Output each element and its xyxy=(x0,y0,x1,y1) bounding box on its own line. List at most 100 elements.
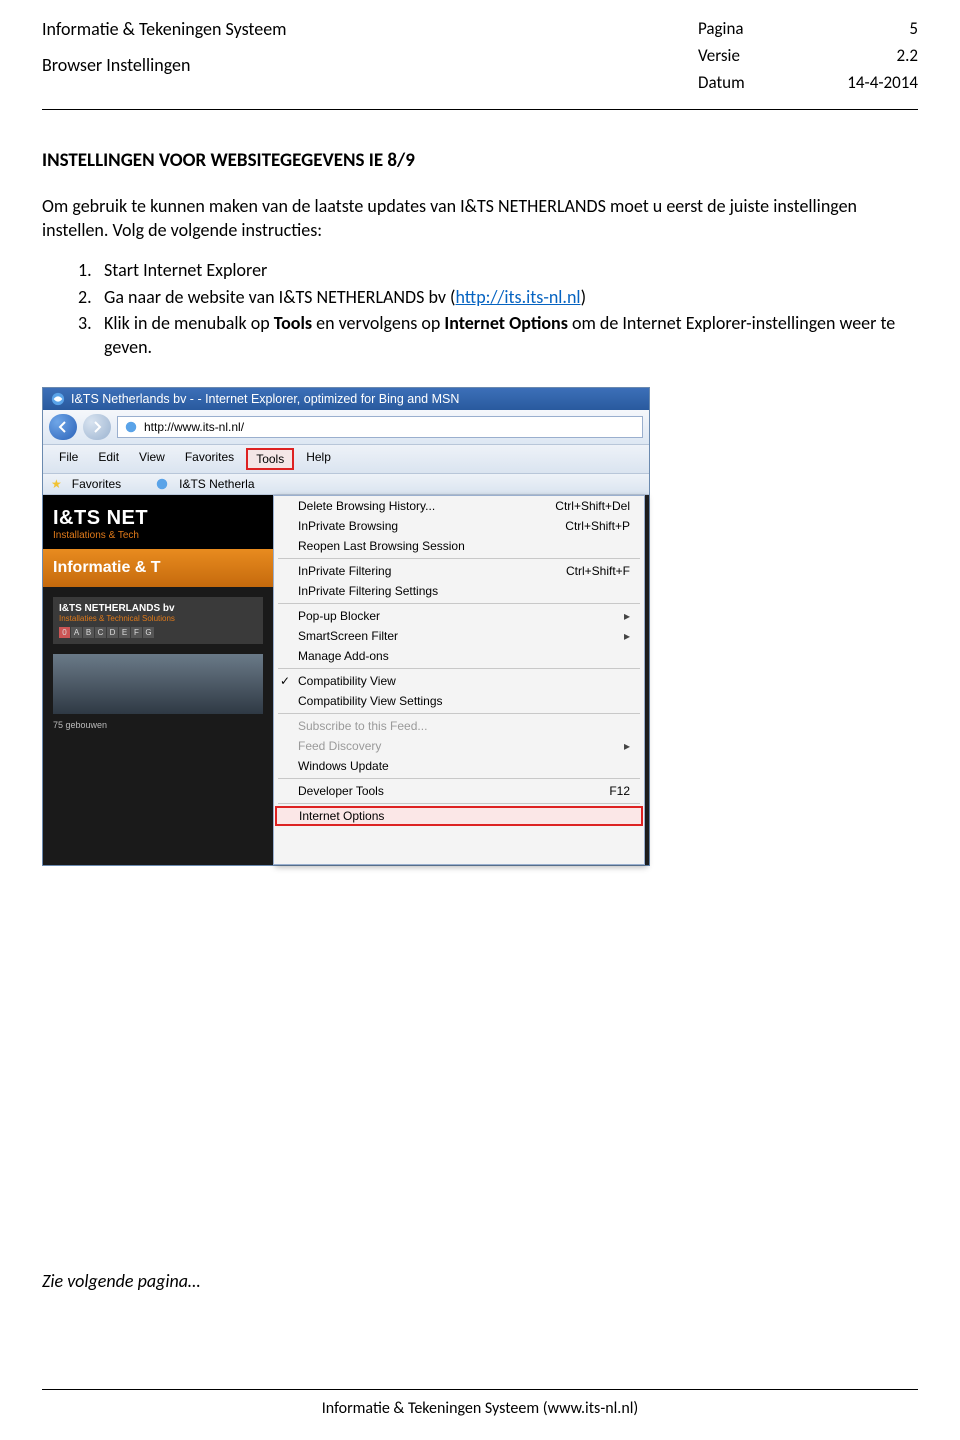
menu-item-shortcut: Ctrl+Shift+P xyxy=(565,519,630,533)
meta-value: 5 xyxy=(818,18,918,39)
menu-file[interactable]: File xyxy=(51,448,86,470)
tools-menu-item[interactable]: Reopen Last Browsing Session xyxy=(274,536,644,556)
thumbnail-caption: 75 gebouwen xyxy=(53,720,263,730)
tools-dropdown: Delete Browsing History... Ctrl+Shift+Del… xyxy=(273,495,645,865)
forward-button[interactable] xyxy=(83,414,111,440)
ie-window-titlebar: I&TS Netherlands bv - - Internet Explore… xyxy=(43,388,649,410)
meta-label: Pagina xyxy=(698,18,758,39)
menu-item-label: InPrivate Browsing xyxy=(298,519,398,533)
tools-menu-item[interactable]: Compatibility View xyxy=(274,671,644,691)
steps-list: 1. Start Internet Explorer 2. Ga naar de… xyxy=(42,258,918,359)
doc-subtitle: Browser Instellingen xyxy=(42,54,287,76)
step-fragment: en vervolgens op xyxy=(312,312,444,334)
step-text: Ga naar de website van I&TS NETHERLANDS … xyxy=(104,285,586,309)
step-fragment: Klik in de menubalk op xyxy=(104,312,274,334)
menu-item-label: Reopen Last Browsing Session xyxy=(298,539,465,553)
code-box: B xyxy=(83,627,94,638)
tools-menu-item[interactable]: Developer ToolsF12 xyxy=(274,781,644,801)
its-link[interactable]: http://its.its-nl.nl xyxy=(456,286,581,308)
tools-menu-item: Subscribe to this Feed... xyxy=(274,716,644,736)
meta-label: Versie xyxy=(698,45,758,66)
step-number: 1. xyxy=(78,258,104,282)
orange-banner: Informatie & T xyxy=(43,549,273,587)
meta-label: Datum xyxy=(698,72,758,93)
step-bold: Tools xyxy=(274,312,312,334)
step-text: Klik in de menubalk op Tools en vervolge… xyxy=(104,311,918,360)
footer-rule xyxy=(42,1389,918,1390)
meta-block: Pagina 5 Versie 2.2 Datum 14-4-2014 xyxy=(698,18,918,93)
menu-item-label: SmartScreen Filter xyxy=(298,629,398,643)
tools-menu-item[interactable]: Internet Options xyxy=(275,806,643,826)
menu-favorites[interactable]: Favorites xyxy=(177,448,242,470)
menu-item-label: Windows Update xyxy=(298,759,389,773)
ie-page-body: I&TS NET Installations & Tech Informatie… xyxy=(43,495,649,865)
step-fragment: ) xyxy=(581,286,586,308)
step-number: 3. xyxy=(78,311,104,360)
step-fragment: Ga naar de website van I&TS NETHERLANDS … xyxy=(104,286,456,308)
code-box: C xyxy=(95,627,106,638)
page-logo-subtitle: Installations & Tech xyxy=(53,530,263,541)
menu-item-label: Compatibility View xyxy=(298,674,396,688)
menu-item-shortcut xyxy=(618,739,630,753)
content: INSTELLINGEN VOOR WEBSITEGEGEVENS IE 8/9… xyxy=(0,110,960,359)
list-item: 2. Ga naar de website van I&TS NETHERLAN… xyxy=(78,285,918,309)
menu-edit[interactable]: Edit xyxy=(90,448,127,470)
tab-label[interactable]: I&TS Netherla xyxy=(179,477,254,491)
grey-title: I&TS NETHERLANDS bv xyxy=(59,603,257,614)
tools-menu-item[interactable]: Delete Browsing History... Ctrl+Shift+Del xyxy=(274,496,644,516)
thumbnail-image xyxy=(53,654,263,714)
code-boxes: 0 A B C D E F G xyxy=(59,627,257,638)
menu-item-label: Internet Options xyxy=(299,809,384,823)
menu-item-label: Feed Discovery xyxy=(298,739,381,753)
menu-item-label: Subscribe to this Feed... xyxy=(298,719,427,733)
meta-value: 2.2 xyxy=(818,45,918,66)
ie-menubar: File Edit View Favorites Tools Help xyxy=(43,445,649,474)
grey-panel: I&TS NETHERLANDS bv Installaties & Techn… xyxy=(53,597,263,644)
tools-menu-item[interactable]: InPrivate Filtering Settings xyxy=(274,581,644,601)
menu-item-label: Developer Tools xyxy=(298,784,384,798)
menu-tools[interactable]: Tools xyxy=(246,448,294,470)
menu-item-label: InPrivate Filtering xyxy=(298,564,391,578)
menu-view[interactable]: View xyxy=(131,448,173,470)
menu-item-label: InPrivate Filtering Settings xyxy=(298,584,438,598)
menu-item-label: Pop-up Blocker xyxy=(298,609,380,623)
meta-value: 14-4-2014 xyxy=(818,72,918,93)
star-icon: ★ xyxy=(51,477,62,491)
code-box: A xyxy=(71,627,82,638)
tools-menu-item[interactable]: InPrivate Browsing Ctrl+Shift+P xyxy=(274,516,644,536)
menu-item-label: Manage Add-ons xyxy=(298,649,389,663)
address-field[interactable]: http://www.its-nl.nl/ xyxy=(117,416,643,438)
tools-menu-item[interactable]: Windows Update xyxy=(274,756,644,776)
step-text: Start Internet Explorer xyxy=(104,258,267,282)
code-box: D xyxy=(107,627,118,638)
menu-item-shortcut: Ctrl+Shift+Del xyxy=(555,499,630,513)
list-item: 3. Klik in de menubalk op Tools en vervo… xyxy=(78,311,918,360)
tools-menu-item[interactable]: Pop-up Blocker xyxy=(274,606,644,626)
menu-help[interactable]: Help xyxy=(298,448,339,470)
tools-menu-item[interactable]: Manage Add-ons xyxy=(274,646,644,666)
page-header: Informatie & Tekeningen Systeem Browser … xyxy=(0,0,960,101)
ie-address-bar: http://www.its-nl.nl/ xyxy=(43,410,649,445)
step-number: 2. xyxy=(78,285,104,309)
page-left-pane: I&TS NET Installations & Tech Informatie… xyxy=(43,495,273,865)
menu-item-shortcut xyxy=(618,629,630,643)
tools-menu-item[interactable]: Compatibility View Settings xyxy=(274,691,644,711)
page-icon xyxy=(155,477,169,491)
tools-menu-item[interactable]: InPrivate FilteringCtrl+Shift+F xyxy=(274,561,644,581)
code-box: E xyxy=(119,627,130,638)
favorites-label[interactable]: Favorites xyxy=(72,477,121,491)
code-box: 0 xyxy=(59,627,70,638)
ie-favorites-bar: ★ Favorites I&TS Netherla xyxy=(43,474,649,495)
page-logo: I&TS NET xyxy=(53,507,263,530)
ie-screenshot: I&TS Netherlands bv - - Internet Explore… xyxy=(42,387,650,866)
code-box: G xyxy=(143,627,154,638)
ie-icon xyxy=(51,392,65,406)
list-item: 1. Start Internet Explorer xyxy=(78,258,918,282)
tools-menu-item[interactable]: SmartScreen Filter xyxy=(274,626,644,646)
menu-item-shortcut xyxy=(618,609,630,623)
menu-item-label: Delete Browsing History... xyxy=(298,499,435,513)
system-name: Informatie & Tekeningen Systeem xyxy=(42,18,287,40)
grey-subtitle: Installaties & Technical Solutions xyxy=(59,614,257,623)
tools-menu-item: Feed Discovery xyxy=(274,736,644,756)
back-button[interactable] xyxy=(49,414,77,440)
